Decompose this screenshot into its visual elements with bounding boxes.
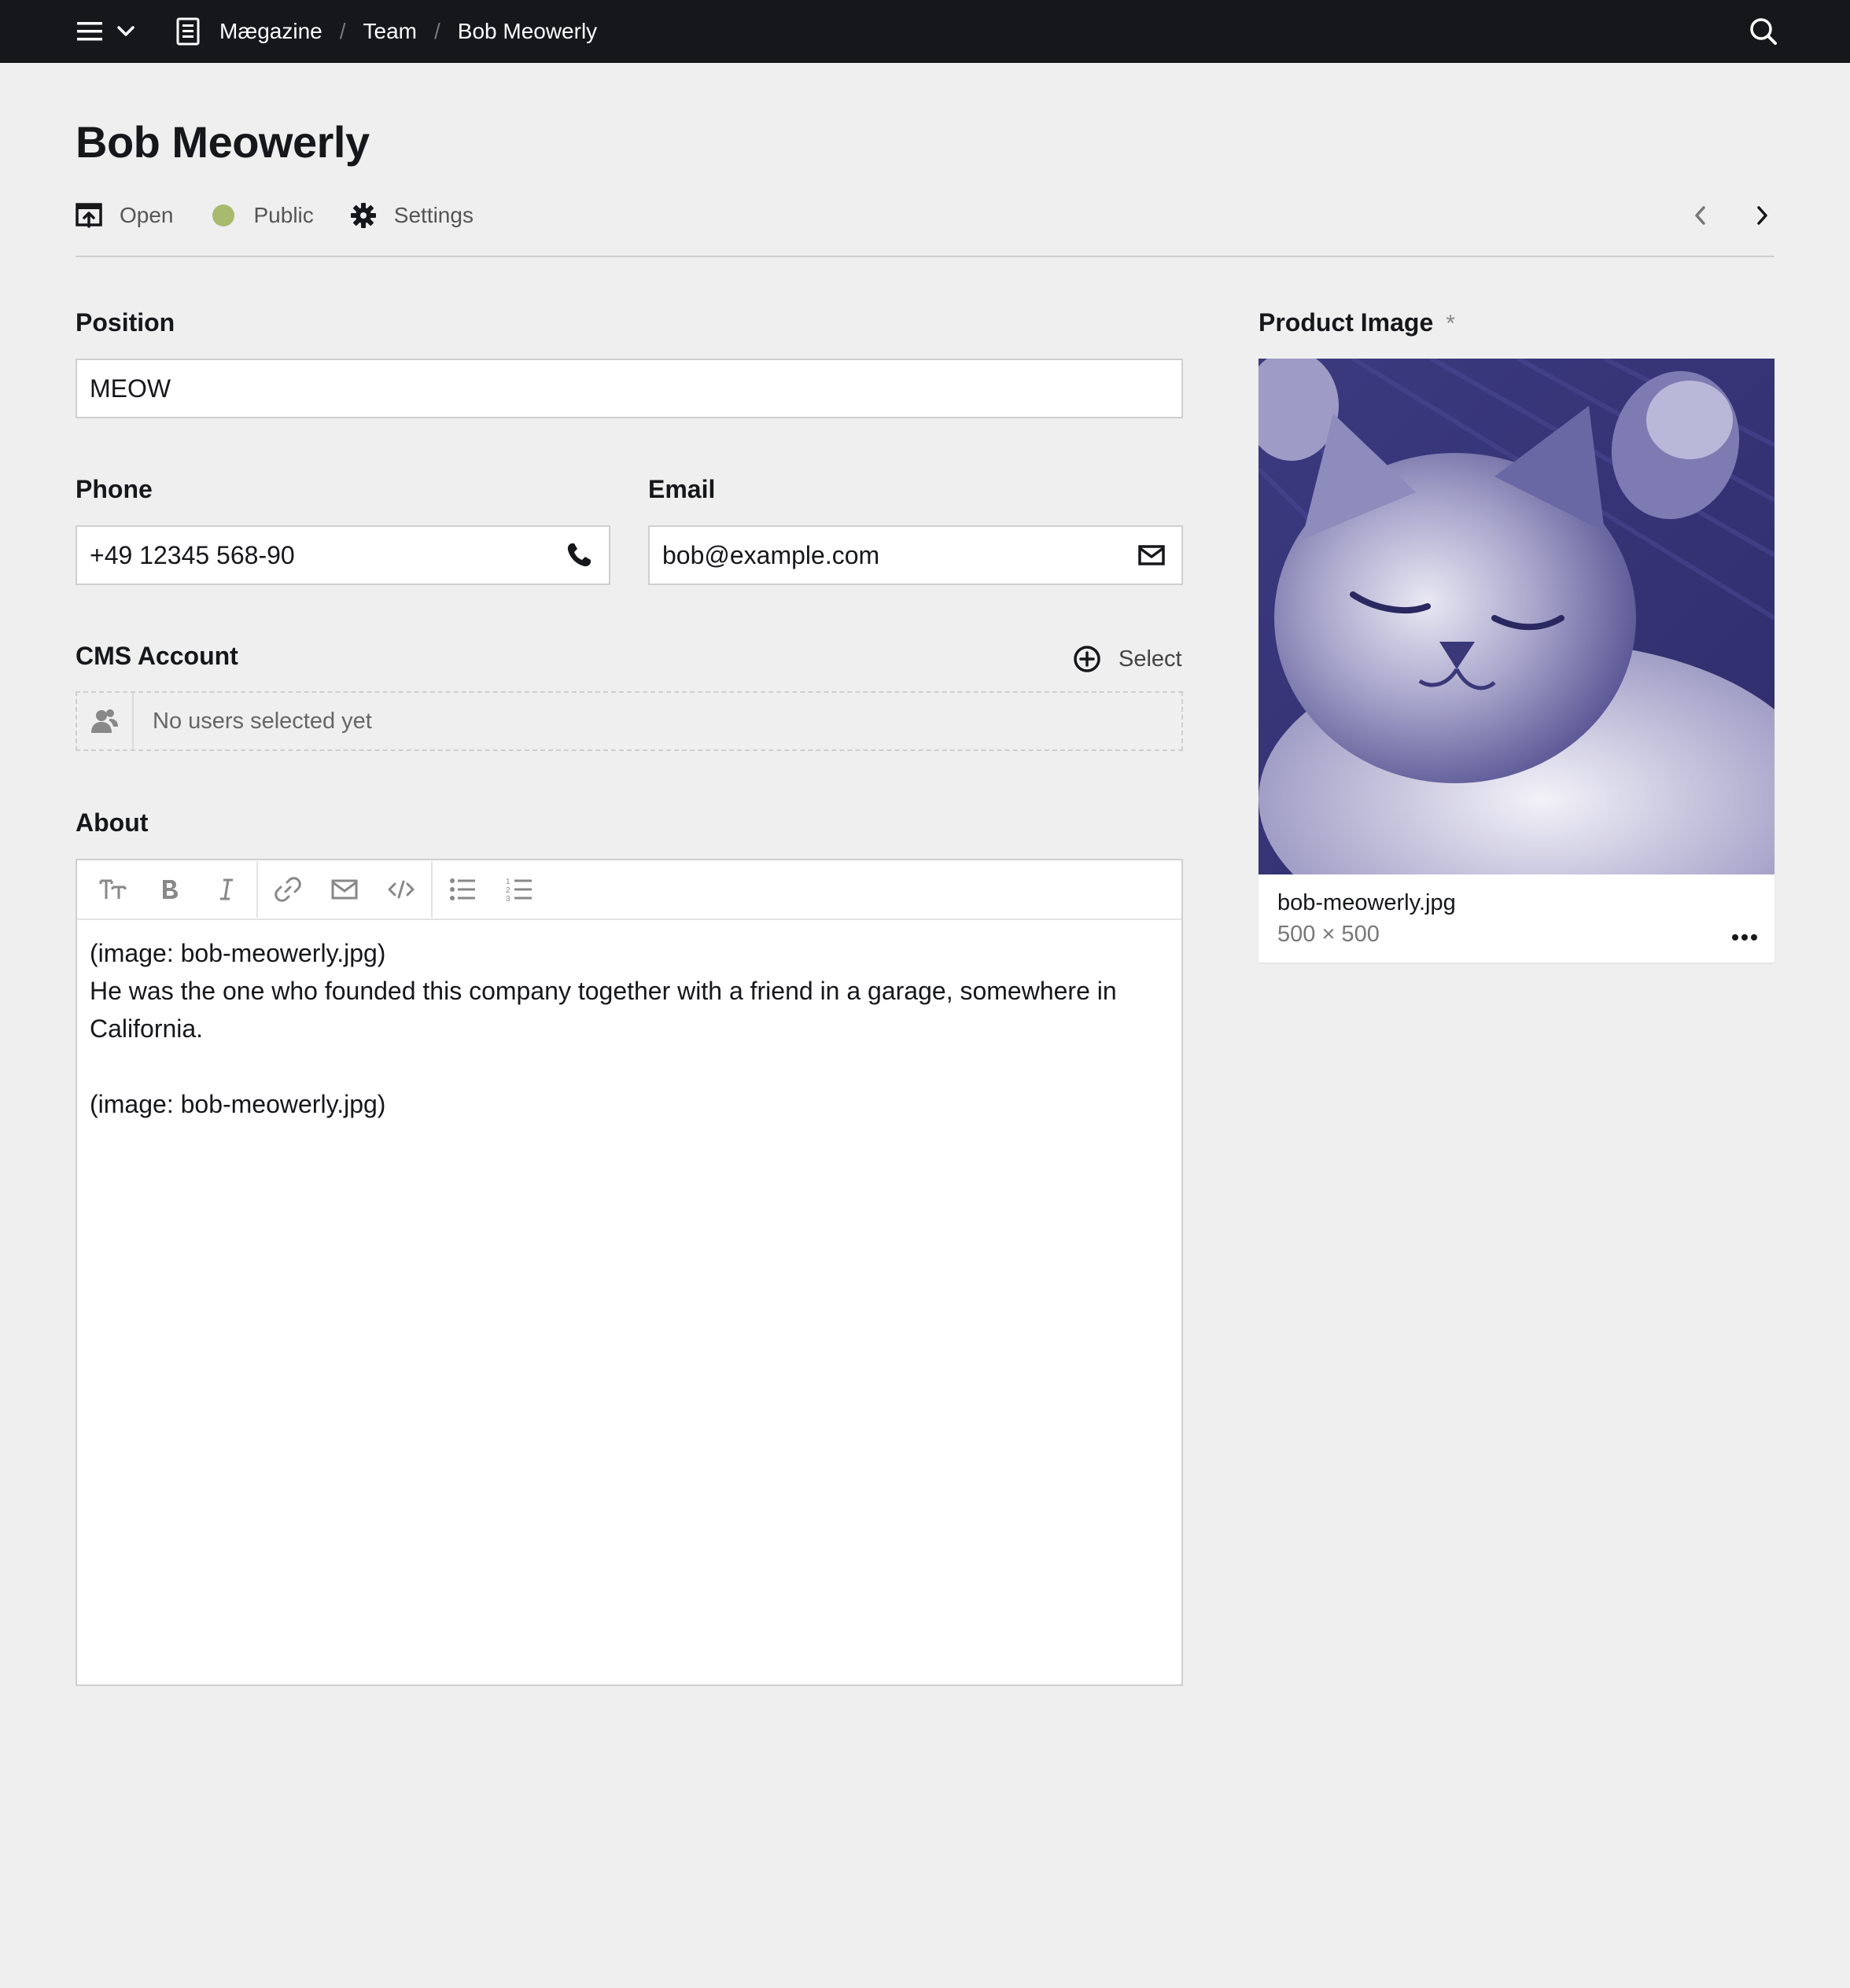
settings-button[interactable]: Settings <box>350 202 474 229</box>
email-value: bob@example.com <box>662 540 880 569</box>
toolbar-divider <box>256 861 258 918</box>
about-label: About <box>76 808 149 837</box>
status-button[interactable]: Public <box>210 202 314 229</box>
status-label: Public <box>253 203 314 227</box>
about-editor[interactable]: 123 (image: bob-meowerly.jpg) He was the… <box>76 859 1183 1686</box>
gear-icon <box>350 202 377 229</box>
select-user-button[interactable]: Select <box>1073 645 1182 673</box>
phone-label: Phone <box>76 475 153 503</box>
code-icon[interactable] <box>373 867 429 911</box>
headings-icon[interactable] <box>85 867 142 911</box>
chevron-right-icon[interactable] <box>1749 201 1774 230</box>
chevron-left-icon[interactable] <box>1688 201 1713 230</box>
email-field[interactable]: bob@example.com <box>648 525 1183 585</box>
header-divider <box>76 256 1774 257</box>
page-title: Bob Meowerly <box>76 117 370 167</box>
editor-content[interactable]: (image: bob-meowerly.jpg) He was the one… <box>77 920 1181 1137</box>
search-icon[interactable] <box>1748 16 1779 47</box>
select-label: Select <box>1118 646 1182 672</box>
italic-icon[interactable] <box>198 867 255 911</box>
editor-toolbar: 123 <box>77 860 1181 920</box>
chevron-down-icon[interactable] <box>116 21 136 42</box>
email-link-icon[interactable] <box>316 867 373 911</box>
cms-account-label: CMS Account <box>76 642 238 670</box>
breadcrumb-item-team[interactable]: Team <box>363 19 417 44</box>
product-image-label: Product Image * <box>1259 308 1455 337</box>
breadcrumb-item-magazine[interactable]: Mægazine <box>219 19 322 44</box>
phone-value: +49 12345 568-90 <box>90 540 295 569</box>
breadcrumb: Mægazine / Team / Bob Meowerly <box>175 0 597 63</box>
position-field[interactable]: MEOW <box>76 359 1183 418</box>
document-icon <box>175 17 201 46</box>
svg-text:2: 2 <box>506 886 510 895</box>
no-users-text: No users selected yet <box>153 708 372 734</box>
required-mark: * <box>1446 311 1455 337</box>
phone-field[interactable]: +49 12345 568-90 <box>76 525 610 585</box>
breadcrumb-separator: / <box>339 19 346 43</box>
image-filename: bob-meowerly.jpg <box>1277 890 1456 915</box>
product-image-label-text: Product Image <box>1259 308 1434 337</box>
status-dot-icon <box>210 202 237 229</box>
users-icon <box>77 693 134 749</box>
email-label: Email <box>648 475 716 503</box>
bullet-list-icon[interactable] <box>434 867 491 911</box>
breadcrumb-separator: / <box>433 19 440 43</box>
envelope-icon[interactable] <box>1137 541 1166 569</box>
svg-text:3: 3 <box>506 895 510 903</box>
open-label: Open <box>120 203 174 227</box>
plus-circle-icon <box>1073 645 1101 673</box>
product-image-card[interactable]: bob-meowerly.jpg 500 × 500 <box>1259 359 1774 963</box>
phone-icon[interactable] <box>565 541 593 569</box>
ordered-list-icon[interactable]: 123 <box>491 867 547 911</box>
page-toolbar: Open Public Settings <box>76 198 510 233</box>
users-picker[interactable]: No users selected yet <box>76 691 1183 751</box>
top-bar: Mægazine / Team / Bob Meowerly <box>0 0 1850 63</box>
image-dimensions: 500 × 500 <box>1277 922 1380 947</box>
position-label: Position <box>76 308 175 337</box>
svg-text:1: 1 <box>506 878 510 886</box>
kitten-photo[interactable] <box>1259 359 1774 874</box>
open-button[interactable]: Open <box>76 202 174 229</box>
settings-label: Settings <box>393 203 474 227</box>
about-paragraph: (image: bob-meowerly.jpg) He was the one… <box>90 939 1117 1043</box>
open-preview-icon <box>76 202 102 229</box>
about-paragraph: (image: bob-meowerly.jpg) <box>90 1090 386 1118</box>
position-value: MEOW <box>90 374 171 403</box>
toolbar-divider <box>431 861 433 918</box>
breadcrumb-item-current[interactable]: Bob Meowerly <box>458 19 597 44</box>
link-icon[interactable] <box>260 867 316 911</box>
more-options-icon[interactable] <box>1729 922 1760 953</box>
bold-icon[interactable] <box>142 867 198 911</box>
menu-icon[interactable] <box>75 17 105 46</box>
empty-line <box>90 1047 1169 1085</box>
